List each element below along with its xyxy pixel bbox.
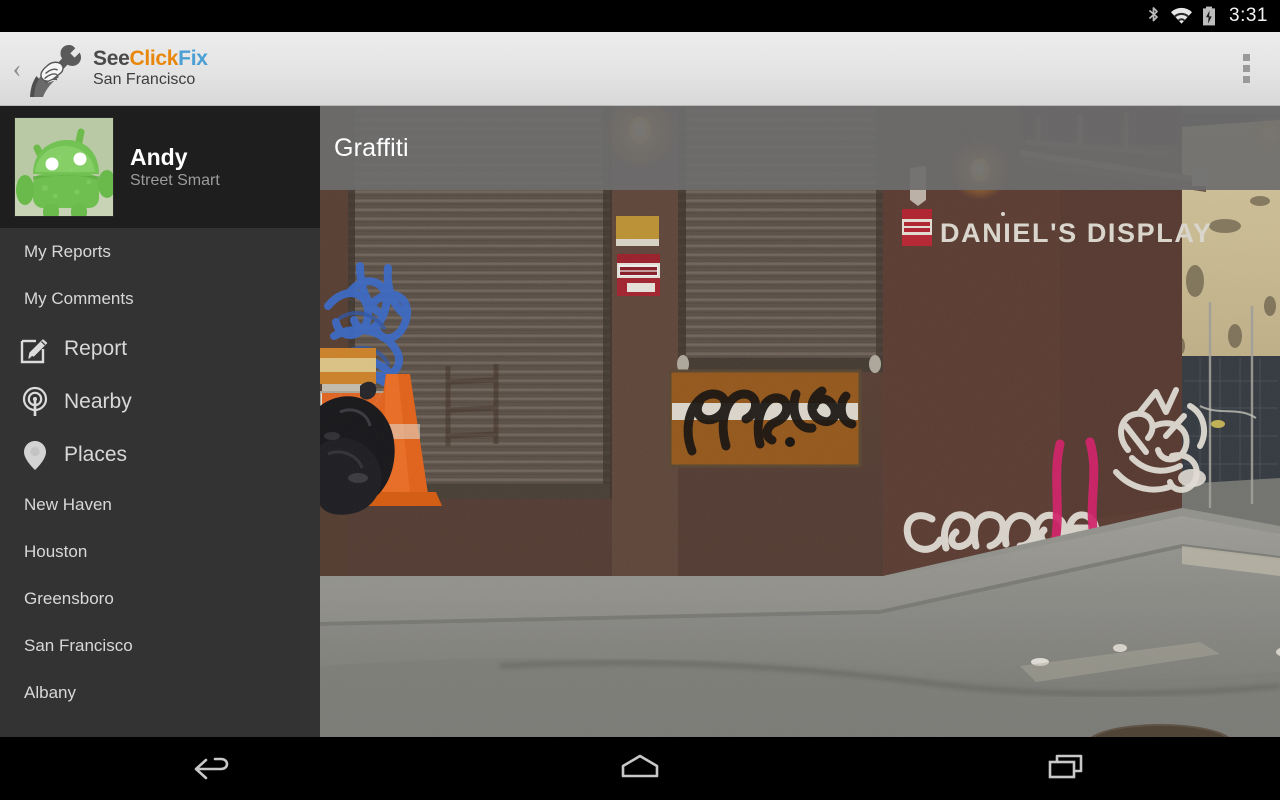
brand-subtitle: San Francisco [93,71,196,89]
sidebar-item-new-haven[interactable]: New Haven [0,481,320,528]
sidebar-item-label: Report [64,336,128,360]
pencil-edit-icon [16,330,54,368]
profile-name: Andy [130,143,188,170]
sidebar-item-greensboro[interactable]: Greensboro [0,575,320,622]
profile-subtitle: Street Smart [130,172,220,190]
nav-recents-button[interactable] [853,737,1280,800]
drawer-profile-header[interactable]: Andy Street Smart [0,106,320,228]
back-chevron-icon[interactable]: ‹ [4,55,30,82]
sidebar-item-nearby[interactable]: Nearby [0,375,320,428]
sidebar-item-label: Nearby [64,389,132,413]
sidebar-item-places[interactable]: Places [0,428,320,481]
sidebar-item-houston[interactable]: Houston [0,528,320,575]
overflow-dot [1242,76,1250,83]
brand-fix: Fix [178,47,208,71]
map-pin-icon [16,436,54,474]
overflow-menu-icon[interactable] [1232,45,1260,93]
battery-charging-icon [1202,6,1216,26]
navigation-drawer: Andy Street Smart My Reports My Comments… [0,106,320,737]
hand-wrench-logo-icon [30,41,84,97]
sidebar-item-my-reports[interactable]: My Reports [0,228,320,275]
sidebar-item-label: San Francisco [24,635,133,655]
bluetooth-icon [1146,6,1161,26]
sidebar-item-san-francisco[interactable]: San Francisco [0,622,320,669]
system-navigation-bar [0,737,1280,800]
sidebar-item-label: My Comments [24,288,134,308]
recents-icon [1045,751,1089,786]
sidebar-item-report[interactable]: Report [0,322,320,375]
report-photo[interactable]: DANIEL'S DISPLAY [320,106,1280,737]
brand-title: SeeClickFix [93,48,208,70]
brand-see: See [93,47,130,71]
wifi-icon [1170,7,1193,25]
brand-click: Click [129,47,179,71]
sidebar-item-label: Greensboro [24,588,114,608]
sidebar-item-label: Places [64,442,128,466]
clock-time: 3:31 [1229,5,1268,26]
sidebar-item-my-comments[interactable]: My Comments [0,275,320,322]
device-screen: 3:31 ‹ SeeClickFix San Francisco Graffit… [0,0,1280,800]
page-title: Graffiti [334,133,409,162]
back-arrow-icon [191,751,235,786]
status-bar: 3:31 [0,0,1280,32]
sidebar-item-label: New Haven [24,494,112,514]
overflow-dot [1242,65,1250,72]
sidebar-item-label: Houston [24,541,88,561]
nav-back-button[interactable] [0,737,427,800]
home-icon [617,751,663,786]
brand-block: SeeClickFix San Francisco [93,48,208,89]
sidebar-item-label: Albany [24,682,76,702]
sidebar-item-label: My Reports [24,241,111,261]
beacon-icon [16,383,54,421]
android-plush-avatar [14,117,114,217]
nav-home-button[interactable] [427,737,854,800]
profile-text: Andy Street Smart [130,144,220,190]
content-area: DANIEL'S DISPLAY [320,106,1280,737]
app-bar: ‹ SeeClickFix San Francisco [0,32,1280,106]
photo-title-bar: Graffiti [320,106,1280,190]
sidebar-item-albany[interactable]: Albany [0,669,320,716]
overflow-dot [1242,54,1250,61]
